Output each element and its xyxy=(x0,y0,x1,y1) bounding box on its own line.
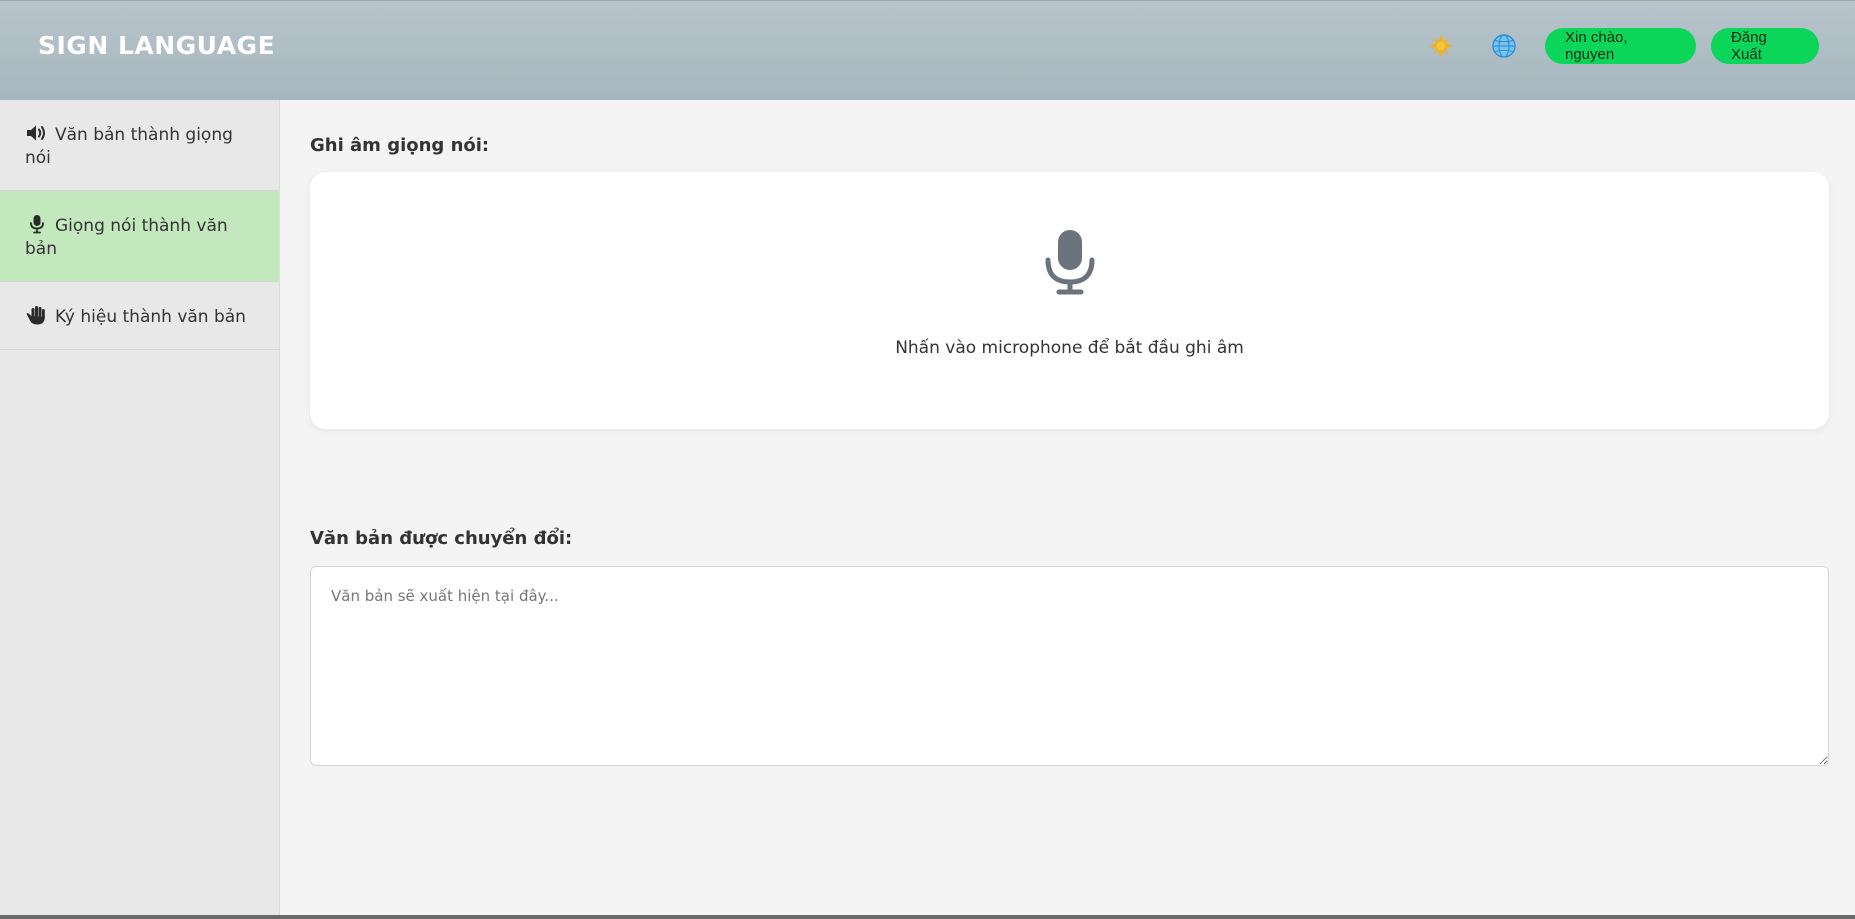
hand-icon xyxy=(25,305,49,325)
speaker-icon xyxy=(25,123,49,143)
output-section-title: Văn bản được chuyển đổi: xyxy=(310,528,573,549)
microphone-icon xyxy=(25,214,49,234)
globe-icon[interactable] xyxy=(1489,31,1519,61)
sidebar-item-text-to-speech[interactable]: Văn bản thành giọng nói xyxy=(0,100,279,191)
sidebar-item-label: Văn bản thành giọng nói xyxy=(25,125,233,168)
record-section-title: Ghi âm giọng nói: xyxy=(310,135,490,156)
sidebar-item-speech-to-text[interactable]: Giọng nói thành văn bản xyxy=(0,191,279,282)
bottom-scroll-edge xyxy=(0,915,1855,919)
microphone-icon xyxy=(1045,230,1095,295)
converted-text-output[interactable] xyxy=(310,566,1829,766)
user-greeting-button[interactable]: Xin chào, nguyen xyxy=(1545,28,1696,64)
sidebar-item-label: Ký hiệu thành văn bản xyxy=(55,307,246,327)
sun-icon[interactable] xyxy=(1426,31,1456,61)
brand-logo[interactable]: SIGN LANGUAGE xyxy=(38,31,275,60)
sidebar: Văn bản thành giọng nói Giọng nói thành … xyxy=(0,100,280,915)
record-card: Nhấn vào microphone để bắt đầu ghi âm xyxy=(310,172,1829,429)
microphone-hint: Nhấn vào microphone để bắt đầu ghi âm xyxy=(895,338,1244,358)
top-header: SIGN LANGUAGE Xin chào, nguyen Đăng Xuất xyxy=(0,0,1855,100)
sidebar-item-sign-to-text[interactable]: Ký hiệu thành văn bản xyxy=(0,282,279,350)
logout-button[interactable]: Đăng Xuất xyxy=(1711,28,1819,64)
sidebar-item-label: Giọng nói thành văn bản xyxy=(25,216,228,259)
microphone-button[interactable] xyxy=(1044,230,1096,296)
